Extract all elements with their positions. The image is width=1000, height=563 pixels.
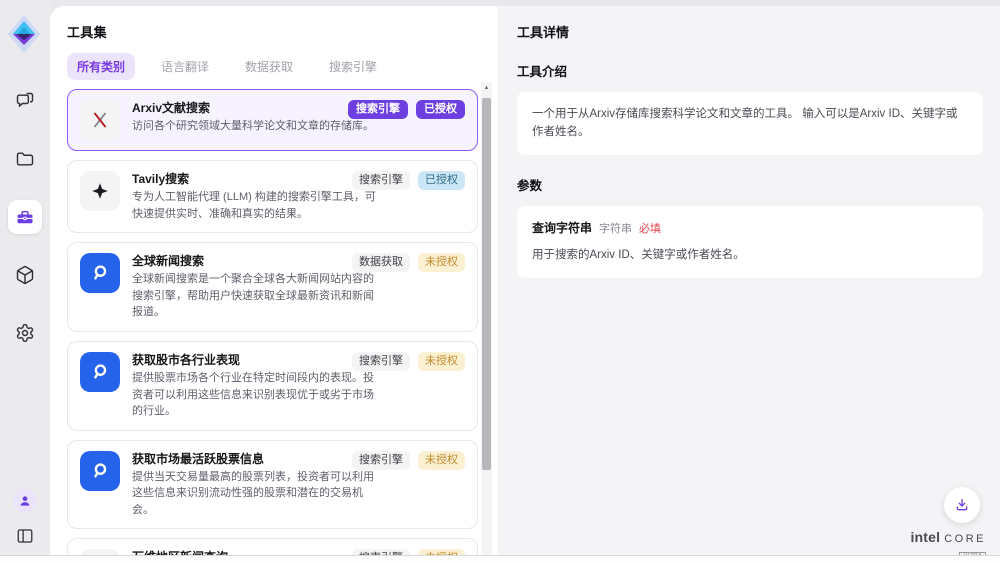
app-root: 工具集 所有类别 语言翻译 数据获取 搜索引擎 A bbox=[0, 0, 1000, 563]
scrollbar-up-arrow[interactable]: ▲ bbox=[481, 85, 492, 91]
sidebar-item-tools[interactable] bbox=[8, 200, 42, 234]
param-required-label: 必填 bbox=[639, 221, 661, 239]
param-description: 用于搜索的Arxiv ID、关键字或作者姓名。 bbox=[532, 246, 968, 264]
window-bottom-edge bbox=[0, 555, 1000, 563]
tavily-star-icon bbox=[80, 171, 120, 211]
auth-status-badge: 未授权 bbox=[418, 253, 465, 272]
toolbox-icon bbox=[15, 207, 35, 227]
stock-search-icon bbox=[80, 451, 120, 491]
auth-status-badge: 已授权 bbox=[416, 100, 465, 119]
tool-card-sector-performance[interactable]: 获取股市各行业表现 提供股票市场各个行业在特定时间段内的表现。投资者可以利用这些… bbox=[67, 341, 478, 431]
tool-detail-panel: 工具详情 工具介绍 一个用于从Arxiv存储库搜索科学论文和文章的工具。 输入可… bbox=[497, 6, 1000, 555]
intel-core-logo: intel CORE ULTRA bbox=[910, 530, 986, 555]
tool-title: Arxiv文献搜索 bbox=[132, 100, 374, 116]
cube-icon bbox=[15, 265, 35, 285]
tab-all-categories[interactable]: 所有类别 bbox=[67, 53, 135, 80]
param-box: 查询字符串 字符串 必填 用于搜索的Arxiv ID、关键字或作者姓名。 bbox=[517, 206, 983, 278]
category-badge: 数据获取 bbox=[352, 253, 410, 272]
tab-search-engine[interactable]: 搜索引擎 bbox=[319, 53, 387, 80]
tool-card-regional-news[interactable]: 万维地区新闻查询 查询具体行政区划内的新闻，快速了解各地新闻动 搜索引擎 未授权 bbox=[67, 538, 478, 555]
main-window: 工具集 所有类别 语言翻译 数据获取 搜索引擎 A bbox=[50, 6, 1000, 555]
params-heading: 参数 bbox=[517, 175, 983, 194]
panel-layout-icon bbox=[16, 527, 34, 545]
tool-title: 全球新闻搜索 bbox=[132, 253, 384, 269]
tab-data-acquisition[interactable]: 数据获取 bbox=[235, 53, 303, 80]
tool-card-active-stocks[interactable]: 获取市场最活跃股票信息 提供当天交易量最高的股票列表，投资者可以利用这些信息来识… bbox=[67, 440, 478, 530]
tool-title: 获取股市各行业表现 bbox=[132, 352, 384, 368]
collapse-sidebar-button[interactable] bbox=[12, 523, 38, 549]
download-button[interactable] bbox=[944, 487, 980, 523]
scrollbar-thumb[interactable] bbox=[482, 98, 491, 470]
category-badge: 搜索引擎 bbox=[352, 171, 410, 190]
sidebar bbox=[0, 0, 50, 563]
chat-icon bbox=[15, 91, 35, 111]
download-icon bbox=[954, 497, 970, 513]
page-title: 工具集 bbox=[67, 22, 497, 41]
param-name: 查询字符串 bbox=[532, 219, 592, 238]
intro-box: 一个用于从Arxiv存储库搜索科学论文和文章的工具。 输入可以是Arxiv ID… bbox=[517, 92, 983, 155]
tool-description: 访问各个研究领域大量科学论文和文章的存储库。 bbox=[132, 118, 374, 135]
auth-status-badge: 未授权 bbox=[418, 451, 465, 470]
auth-status-badge: 未授权 bbox=[418, 352, 465, 371]
category-tabs: 所有类别 语言翻译 数据获取 搜索引擎 bbox=[67, 54, 497, 78]
diamond-logo-icon bbox=[7, 14, 41, 54]
list-scrollbar[interactable]: ▲ bbox=[481, 82, 492, 555]
category-badge: 搜索引擎 bbox=[348, 100, 408, 119]
tool-card-list: Arxiv文献搜索 访问各个研究领域大量科学论文和文章的存储库。 搜索引擎 已授… bbox=[67, 89, 478, 555]
app-logo bbox=[6, 13, 42, 55]
user-icon bbox=[18, 494, 32, 508]
folder-icon bbox=[15, 149, 35, 169]
user-avatar[interactable] bbox=[13, 489, 37, 513]
tool-description: 提供当天交易量最高的股票列表，投资者可以利用这些信息来识别流动性强的股票和潜在的… bbox=[132, 469, 384, 519]
tool-card-global-news[interactable]: 全球新闻搜索 全球新闻搜索是一个聚合全球各大新闻网站内容的搜索引擎，帮助用户快速… bbox=[67, 242, 478, 332]
intro-heading: 工具介绍 bbox=[517, 61, 983, 80]
sidebar-item-settings[interactable] bbox=[8, 316, 42, 350]
tool-description: 全球新闻搜索是一个聚合全球各大新闻网站内容的搜索引擎，帮助用户快速获取全球最新资… bbox=[132, 271, 384, 321]
gear-icon bbox=[15, 323, 35, 343]
tool-title: Tavily搜索 bbox=[132, 171, 384, 187]
detail-title: 工具详情 bbox=[517, 22, 983, 41]
category-badge: 搜索引擎 bbox=[352, 352, 410, 371]
tool-card-arxiv[interactable]: Arxiv文献搜索 访问各个研究领域大量科学论文和文章的存储库。 搜索引擎 已授… bbox=[67, 89, 478, 151]
tool-list-panel: 工具集 所有类别 语言翻译 数据获取 搜索引擎 A bbox=[50, 6, 497, 555]
news-search-icon bbox=[80, 253, 120, 293]
sidebar-item-chat[interactable] bbox=[8, 84, 42, 118]
tab-language-translation[interactable]: 语言翻译 bbox=[151, 53, 219, 80]
sidebar-item-models[interactable] bbox=[8, 258, 42, 292]
category-badge: 搜索引擎 bbox=[352, 451, 410, 470]
intel-wordmark: intel bbox=[910, 530, 940, 544]
stock-search-icon bbox=[80, 352, 120, 392]
core-wordmark: CORE bbox=[944, 534, 986, 545]
arxiv-icon bbox=[80, 100, 120, 140]
intro-text: 一个用于从Arxiv存储库搜索科学论文和文章的工具。 输入可以是Arxiv ID… bbox=[532, 108, 958, 138]
tool-title: 获取市场最活跃股票信息 bbox=[132, 451, 384, 467]
tool-description: 专为人工智能代理 (LLM) 构建的搜索引擎工具，可快速提供实时、准确和真实的结… bbox=[132, 189, 384, 222]
auth-status-badge: 已授权 bbox=[418, 171, 465, 190]
sidebar-item-files[interactable] bbox=[8, 142, 42, 176]
param-type: 字符串 bbox=[599, 221, 632, 239]
tool-description: 提供股票市场各个行业在特定时间段内的表现。投资者可以利用这些信息来识别表现优于或… bbox=[132, 370, 384, 420]
tool-card-tavily[interactable]: Tavily搜索 专为人工智能代理 (LLM) 构建的搜索引擎工具，可快速提供实… bbox=[67, 160, 478, 233]
